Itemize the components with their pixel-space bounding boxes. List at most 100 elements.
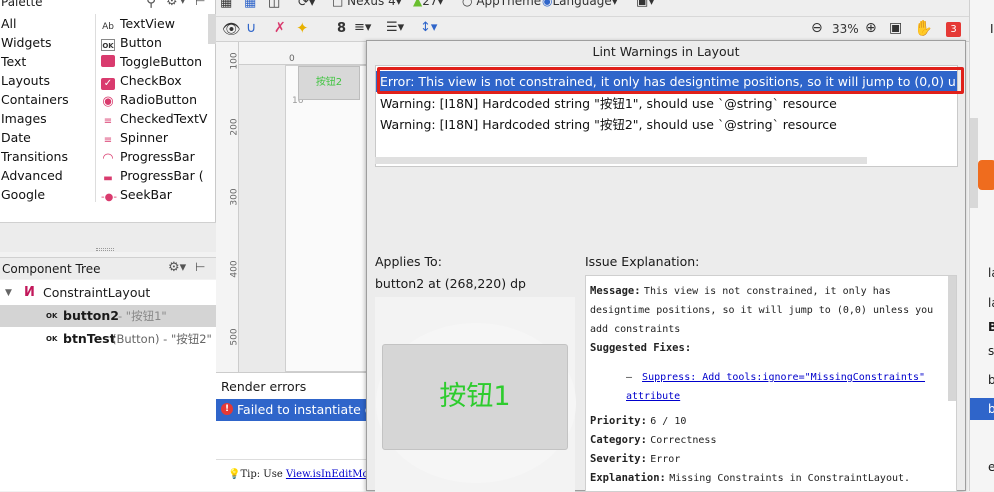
suppress-link[interactable]: Suppress: Add tools:ignore="MissingConst…: [626, 372, 925, 402]
search-icon[interactable]: ⚲: [146, 0, 156, 10]
message-label: Message:: [590, 285, 641, 297]
language-label: Language: [552, 0, 612, 8]
layout-orientation-icon[interactable]: ◫: [268, 0, 280, 10]
widget-textview[interactable]: Ab TextView: [101, 16, 175, 33]
textview-icon: Ab: [102, 22, 114, 32]
explanation-line: Explanation: Missing Constraints in Cons…: [590, 469, 956, 488]
zoom-in-icon[interactable]: ⊕: [865, 20, 877, 36]
toggle-icon: [101, 55, 115, 67]
widget-button[interactable]: OK Button: [101, 35, 162, 51]
device-frame[interactable]: [285, 65, 368, 372]
widget-checkedtextview[interactable]: ≡ CheckedTextV: [101, 111, 208, 128]
blueprint-view-icon[interactable]: ▦: [244, 0, 256, 10]
radio-icon: ◉: [102, 94, 114, 109]
api-selector[interactable]: ▲27▾: [413, 0, 444, 8]
ruler-label: 400: [229, 260, 240, 278]
logo-fragment-icon: [978, 160, 994, 190]
tree-item-detail: (Button) - "按钮2": [112, 332, 212, 346]
hide-panel-icon[interactable]: ⊢: [195, 0, 205, 8]
tree-item-name: button2: [63, 308, 119, 323]
panel-splitter[interactable]: [0, 222, 216, 252]
android-icon: ▲: [413, 0, 423, 8]
tree-item-detail: - "按钮1": [118, 309, 167, 323]
edge-text: la: [988, 296, 994, 310]
progress-bar-icon: ▬: [103, 173, 113, 184]
category-value: Correctness: [650, 435, 717, 446]
magnet-icon[interactable]: ∪: [246, 20, 256, 36]
splitter-grip[interactable]: [96, 248, 114, 251]
widget-spinner[interactable]: ≡ Spinner: [101, 130, 168, 147]
dialog-title: Lint Warnings in Layout: [367, 41, 965, 63]
category-transitions[interactable]: Transitions: [1, 149, 68, 164]
edge-text: e: [988, 460, 994, 474]
widget-checkbox[interactable]: ✓ CheckBox: [101, 73, 182, 90]
lightbulb-icon: 💡: [228, 469, 241, 480]
pack-icon[interactable]: ≡▾: [354, 20, 371, 35]
render-error-row[interactable]: ! Failed to instantiate one: [216, 399, 368, 421]
tree-root[interactable]: ▼ И ConstraintLayout: [0, 282, 216, 304]
tree-item-name: btnTest: [63, 331, 116, 346]
edge-text: la: [988, 266, 994, 280]
clear-constraints-icon[interactable]: ✗: [274, 20, 286, 36]
device-selector[interactable]: □ Nexus 4▾: [332, 0, 402, 8]
layout-variants-icon[interactable]: ▣▾: [636, 0, 655, 9]
expand-arrow-icon[interactable]: ▼: [5, 282, 12, 304]
applies-to-value: button2 at (268,220) dp: [375, 276, 526, 291]
button-icon: OK: [46, 312, 58, 320]
priority-label: Priority:: [590, 415, 647, 427]
suggested-fixes-label: Suggested Fixes:: [590, 342, 692, 354]
pan-hand-icon[interactable]: ✋: [914, 19, 933, 37]
tree-item-btntest[interactable]: OK btnTest (Button) - "按钮2": [0, 328, 216, 350]
vertical-scrollbar[interactable]: [948, 276, 956, 401]
edge-scrollbar[interactable]: [970, 118, 978, 208]
category-label: Category:: [590, 434, 647, 446]
widget-seekbar[interactable]: -●- SeekBar: [101, 187, 172, 204]
align-icon[interactable]: ☰▾: [386, 20, 404, 35]
lint-row-warning[interactable]: Warning: [I18N] Hardcoded string "按钮1", …: [376, 93, 957, 114]
gear-icon[interactable]: ⚙: [166, 0, 178, 9]
category-text[interactable]: Text: [1, 54, 26, 69]
edge-text: B: [988, 320, 994, 334]
widget-progressbar[interactable]: ◠ ProgressBar: [101, 149, 195, 165]
widget-radiobutton[interactable]: ◉ RadioButton: [101, 92, 197, 108]
category-containers[interactable]: Containers: [1, 92, 69, 107]
horizontal-ruler: 0: [239, 42, 368, 65]
category-widgets[interactable]: Widgets: [1, 35, 52, 50]
design-view-icon[interactable]: ▦: [220, 0, 232, 10]
lint-row-warning[interactable]: Warning: [I18N] Hardcoded string "按钮2", …: [376, 114, 957, 135]
constraint-layout-icon: И: [24, 285, 35, 300]
orientation-dropdown-icon[interactable]: ⟳▾: [298, 0, 315, 10]
ruler-label: 200: [229, 118, 240, 136]
severity-label: Severity:: [590, 453, 647, 465]
settings-dropdown-icon[interactable]: ▾: [180, 0, 186, 7]
horizontal-scrollbar[interactable]: [375, 157, 867, 164]
theme-selector[interactable]: ○ AppTheme: [462, 0, 541, 8]
default-margin[interactable]: 8: [337, 21, 346, 36]
zoom-out-icon[interactable]: ⊖: [811, 20, 823, 36]
infer-constraints-icon[interactable]: ✦: [296, 19, 309, 37]
category-images[interactable]: Images: [1, 111, 47, 126]
category-layouts[interactable]: Layouts: [1, 73, 50, 88]
component-tree: ▼ И ConstraintLayout OK button2 - "按钮1" …: [0, 280, 216, 491]
hide-panel-icon[interactable]: ⊢: [195, 260, 205, 274]
category-all[interactable]: All: [1, 16, 17, 31]
category-date[interactable]: Date: [1, 130, 31, 145]
edge-text: b: [988, 402, 994, 416]
language-selector[interactable]: ◉Language▾: [542, 0, 618, 8]
category-advanced[interactable]: Advanced: [1, 168, 63, 183]
render-error-text: Failed to instantiate one: [237, 402, 368, 417]
widget-togglebutton[interactable]: ToggleButton: [101, 54, 202, 69]
category-google[interactable]: Google: [1, 187, 45, 202]
widget-progressbar-horizontal[interactable]: ▬ ProgressBar (: [101, 168, 203, 185]
gear-icon[interactable]: ⚙▾: [168, 260, 186, 275]
editor-toolbar: ▦ ▦ ◫ ⟳▾ □ Nexus 4▾ ▲27▾ ○ AppTheme ◉Lan…: [216, 0, 969, 42]
tree-item-button2[interactable]: OK button2 - "按钮1": [0, 305, 216, 327]
guidelines-icon[interactable]: ↕▾: [420, 20, 437, 35]
explanation-message: Message: This view is not constrained, i…: [590, 282, 942, 339]
fit-screen-icon[interactable]: ▣: [889, 20, 902, 36]
palette-title: Palette: [1, 0, 43, 9]
eye-icon[interactable]: 👁: [222, 20, 241, 38]
palette-scrollbar[interactable]: [208, 14, 216, 44]
canvas-button2[interactable]: 按钮2: [298, 66, 360, 100]
error-count-badge[interactable]: 3: [946, 22, 961, 37]
